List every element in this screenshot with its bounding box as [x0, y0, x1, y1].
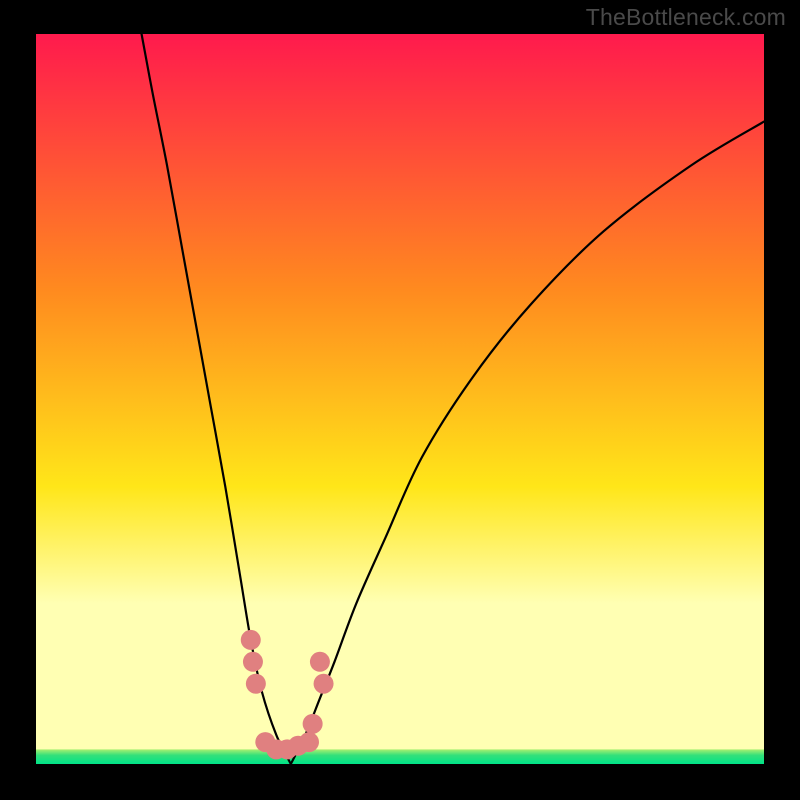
trough-marker	[314, 674, 334, 694]
green-bottom-band	[36, 749, 764, 764]
frame-left	[0, 0, 36, 800]
trough-marker	[299, 732, 319, 752]
bottleneck-chart	[0, 0, 800, 800]
frame-bottom	[0, 764, 800, 800]
trough-marker	[246, 674, 266, 694]
plot-area	[0, 0, 800, 800]
frame-right	[764, 0, 800, 800]
trough-marker	[241, 630, 261, 650]
watermark-text: TheBottleneck.com	[586, 4, 786, 31]
trough-marker	[243, 652, 263, 672]
chart-stage: TheBottleneck.com	[0, 0, 800, 800]
trough-marker	[310, 652, 330, 672]
trough-marker	[303, 714, 323, 734]
gradient-background	[36, 34, 764, 764]
